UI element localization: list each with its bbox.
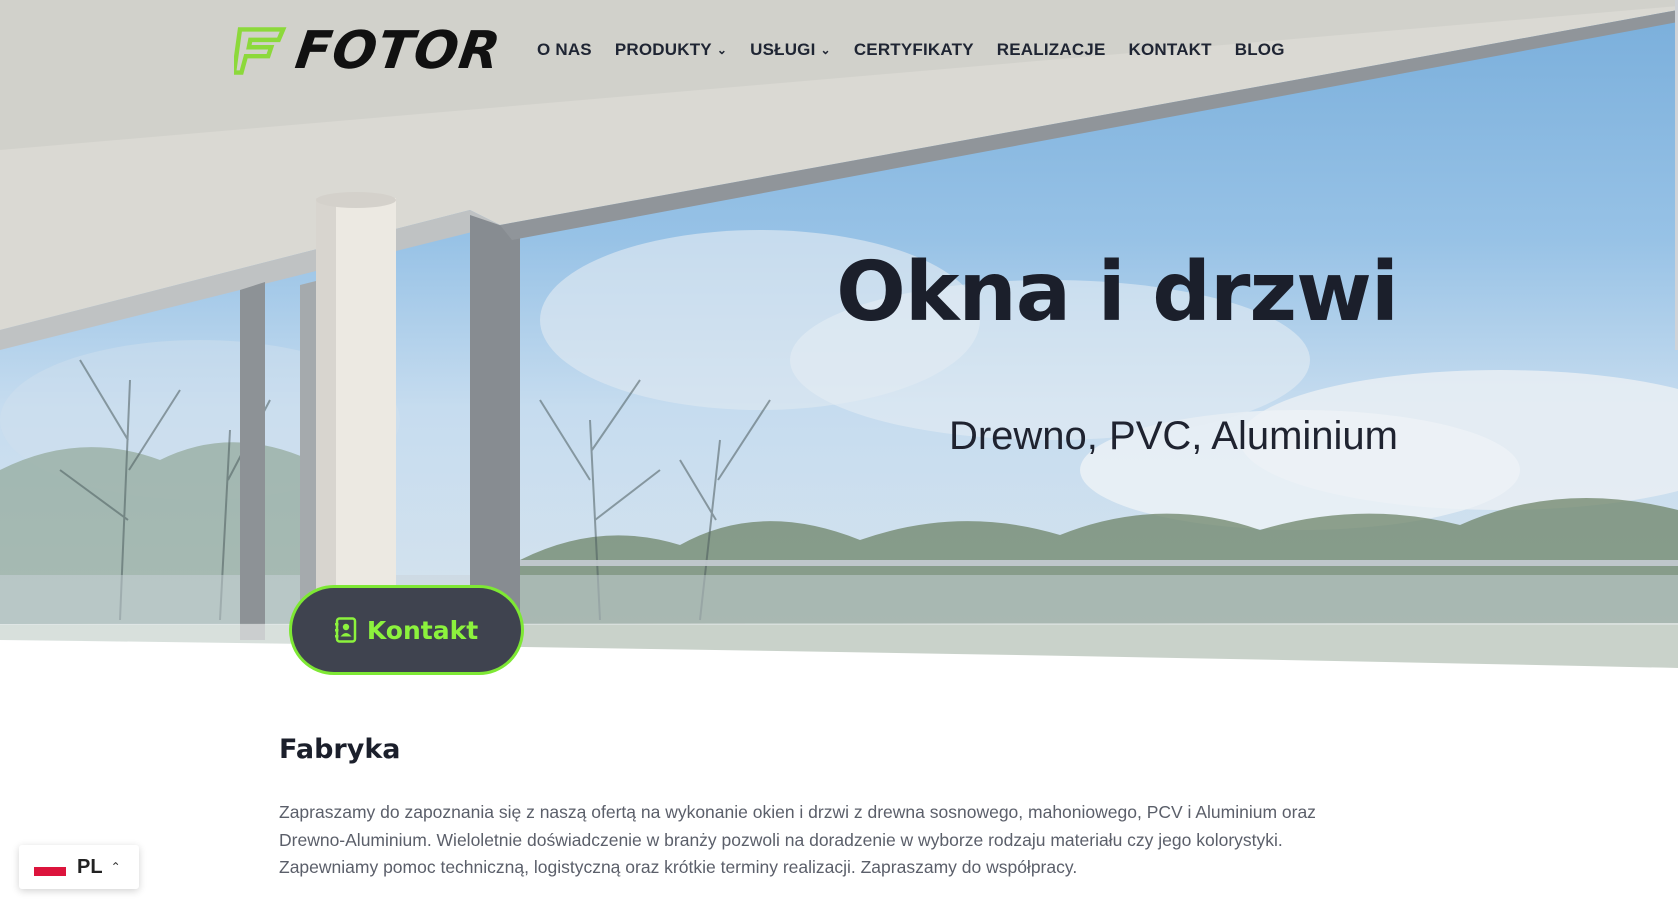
kontakt-button-label: Kontakt bbox=[366, 615, 479, 645]
logo-mark-icon bbox=[234, 27, 287, 75]
nav-label: USŁUGI bbox=[750, 40, 816, 59]
nav-label: BLOG bbox=[1234, 40, 1285, 59]
hero-title: Okna i drzwi bbox=[836, 245, 1399, 340]
nav-item-realizacje[interactable]: REALIZACJE bbox=[997, 36, 1106, 64]
hero-banner: FOTOR O NAS PRODUKTY ⌄ USŁUGI ⌄ CERTYFIKAT… bbox=[0, 0, 1678, 680]
site-header: FOTOR O NAS PRODUKTY ⌄ USŁUGI ⌄ CERTYFIKAT… bbox=[0, 0, 1678, 100]
contact-book-icon bbox=[334, 617, 357, 643]
section-body: Zapraszamy do zapoznania się z naszą ofe… bbox=[279, 802, 1316, 877]
nav-label: KONTAKT bbox=[1128, 40, 1212, 59]
chevron-down-icon: ⌄ bbox=[820, 43, 831, 57]
chevron-down-icon: ⌄ bbox=[716, 43, 728, 57]
language-switcher[interactable]: PL ⌃ bbox=[19, 845, 139, 889]
logo-text: FOTOR bbox=[291, 21, 505, 81]
kontakt-button[interactable]: Kontakt bbox=[289, 585, 524, 675]
language-code: PL bbox=[77, 855, 103, 878]
nav-item-o-nas[interactable]: O NAS bbox=[537, 36, 592, 64]
main-navigation: O NAS PRODUKTY ⌄ USŁUGI ⌄ CERTYFIKATY REAL… bbox=[537, 36, 1308, 64]
nav-label: CERTYFIKATY bbox=[853, 40, 974, 59]
nav-label: REALIZACJE bbox=[996, 40, 1106, 59]
nav-item-uslugi[interactable]: USŁUGI ⌄ bbox=[750, 36, 831, 64]
nav-item-kontakt[interactable]: KONTAKT bbox=[1129, 36, 1212, 64]
nav-item-produkty[interactable]: PRODUKTY ⌄ bbox=[615, 36, 727, 64]
hero-background-image bbox=[0, 0, 1678, 680]
chevron-up-icon: ⌃ bbox=[110, 860, 121, 874]
nav-label: PRODUKTY bbox=[614, 40, 712, 59]
nav-item-blog[interactable]: BLOG bbox=[1235, 36, 1285, 64]
nav-label: O NAS bbox=[537, 40, 592, 59]
nav-item-certyfikaty[interactable]: CERTYFIKATY bbox=[854, 36, 974, 64]
poland-flag-icon bbox=[34, 858, 66, 876]
hero-subtitle: Drewno, PVC, Aluminium bbox=[948, 414, 1398, 458]
section-title: Fabryka bbox=[279, 734, 401, 765]
site-logo[interactable]: FOTOR bbox=[234, 18, 504, 84]
